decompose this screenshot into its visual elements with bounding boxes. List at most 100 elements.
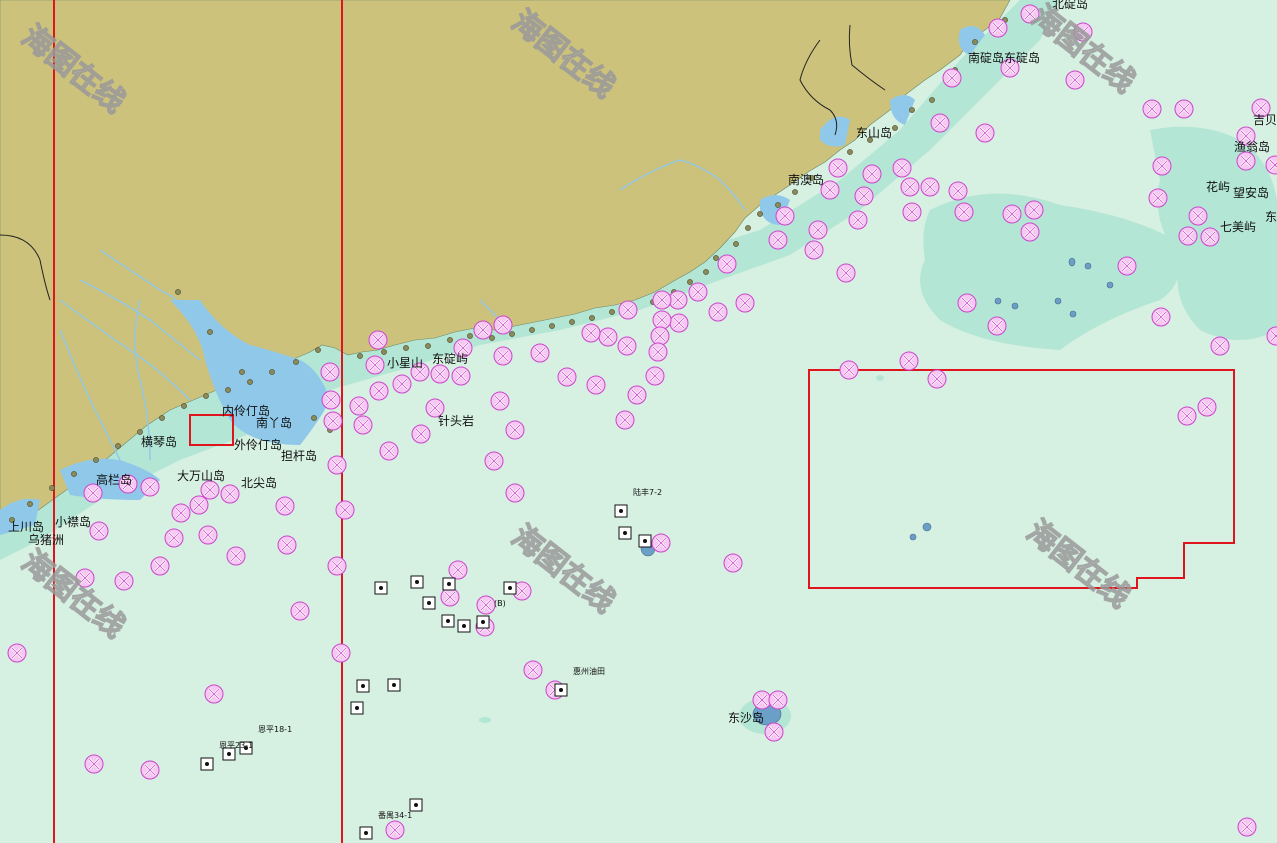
wreck-x-symbol: [369, 381, 389, 401]
beacon-dot: [293, 359, 299, 365]
label-nanya: 南丫岛: [256, 415, 292, 430]
beacon-dot: [93, 457, 99, 463]
wreck-x-symbol: [448, 560, 468, 580]
wreck-x-symbol: [899, 351, 919, 371]
wreck-x-symbol: [764, 722, 784, 742]
wreck-x-symbol: [598, 327, 618, 347]
wreck-x-symbol: [920, 177, 940, 197]
wreck-x-symbol: [1020, 222, 1040, 242]
beacon-dot: [467, 333, 473, 339]
wreck-x-symbol: [1117, 256, 1137, 276]
beacon-dot: [269, 369, 275, 375]
label-yuwong: 渔翁岛: [1234, 139, 1270, 154]
wreck-x-symbol: [617, 336, 637, 356]
wreck-x-symbol: [752, 690, 772, 710]
wreck-x-symbol: [484, 451, 504, 471]
wreck-x-symbol: [320, 362, 340, 382]
wreck-x-symbol: [669, 313, 689, 333]
oil-platform-symbol: [618, 526, 632, 540]
beacon-dot: [972, 39, 978, 45]
oil-platform-symbol: [356, 679, 370, 693]
wreck-x-symbol: [84, 754, 104, 774]
oil-platform-symbol: [442, 577, 456, 591]
oil-platform-symbol: [387, 678, 401, 692]
wreck-x-symbol: [327, 455, 347, 475]
beacon-dot: [687, 279, 693, 285]
wreck-x-symbol: [1237, 817, 1257, 837]
label-nanding-dongding: 南碇岛东碇岛: [968, 50, 1040, 65]
beacon-dot: [929, 97, 935, 103]
beacon-dot: [569, 319, 575, 325]
wreck-x-symbol: [290, 601, 310, 621]
wreck-x-symbol: [220, 484, 240, 504]
wreck-x-symbol: [411, 424, 431, 444]
wreck-x-symbol: [226, 546, 246, 566]
wreck-x-symbol: [349, 396, 369, 416]
wreck-x-symbol: [277, 535, 297, 555]
wreck-x-symbol: [1065, 70, 1085, 90]
wreck-x-symbol: [808, 220, 828, 240]
label-wangan: 望安岛: [1233, 185, 1269, 200]
wreck-x-symbol: [1148, 188, 1168, 208]
beacon-dot: [315, 347, 321, 353]
wreck-x-symbol: [902, 202, 922, 222]
wreck-x-symbol: [948, 181, 968, 201]
oil-platform-symbol: [457, 619, 471, 633]
beacon-dot: [403, 345, 409, 351]
wreck-x-symbol: [650, 326, 670, 346]
wreck-x-symbol: [1024, 200, 1044, 220]
beacon-dot: [207, 329, 213, 335]
wreck-x-symbol: [493, 315, 513, 335]
wreck-x-symbol: [768, 230, 788, 250]
wreck-x-symbol: [957, 293, 977, 313]
label-huayu: 花屿: [1206, 179, 1230, 194]
beacon-dot: [27, 501, 33, 507]
wreck-x-symbol: [688, 282, 708, 302]
wreck-x-symbol: [854, 186, 874, 206]
wreck-x-symbol: [735, 293, 755, 313]
wreck-x-symbol: [975, 123, 995, 143]
wreck-x-symbol: [804, 240, 824, 260]
wreck-x-symbol: [618, 300, 638, 320]
oil-platform-symbol: [359, 826, 373, 840]
wreck-x-symbol: [140, 477, 160, 497]
label-beijian: 北尖岛: [241, 475, 277, 490]
wreck-x-symbol: [171, 503, 191, 523]
beacon-dot: [713, 255, 719, 261]
oil-platform-symbol: [422, 596, 436, 610]
label-zhentouyan: 针头岩: [438, 413, 474, 428]
wreck-x-symbol: [327, 556, 347, 576]
wreck-x-symbol: [530, 343, 550, 363]
wreck-x-symbol: [200, 480, 220, 500]
wreck-x-symbol: [927, 369, 947, 389]
oil-platform-symbol: [503, 581, 517, 595]
beacon-dot: [381, 349, 387, 355]
nautical-chart-map[interactable]: 海图在线 海图在线 海图在线 海图在线 海图在线 海图在线 北碇岛 南碇岛东碇岛…: [0, 0, 1277, 843]
wreck-x-symbol: [892, 158, 912, 178]
beacon-dot: [159, 415, 165, 421]
beacon-dot: [49, 485, 55, 491]
beacon-dot: [137, 429, 143, 435]
wreck-x-symbol: [557, 367, 577, 387]
label-hengqin: 横琴岛: [141, 434, 177, 449]
wreck-x-symbol: [430, 364, 450, 384]
wreck-x-symbol: [505, 483, 525, 503]
wreck-x-symbol: [365, 355, 385, 375]
beacon-dot: [609, 309, 615, 315]
wreck-x-symbol: [189, 495, 209, 515]
oil-platform-symbol: [200, 757, 214, 771]
wreck-x-symbol: [652, 310, 672, 330]
wreck-x-symbol: [7, 643, 27, 663]
wreck-x-symbol: [954, 202, 974, 222]
label-b-mark: (B): [494, 599, 506, 608]
wreck-x-symbol: [368, 330, 388, 350]
wreck-x-symbol: [768, 690, 788, 710]
wreck-x-symbol: [505, 420, 525, 440]
wreck-x-symbol: [848, 210, 868, 230]
label-enping: 恩平18-1: [258, 725, 292, 734]
label-dongdingyu: 东碇屿: [432, 352, 468, 366]
oil-platform-symbol: [476, 615, 490, 629]
label-nanao: 南澳岛: [788, 172, 824, 187]
label-wuzhuzhou: 乌猪洲: [28, 532, 64, 547]
wreck-x-symbol: [331, 643, 351, 663]
